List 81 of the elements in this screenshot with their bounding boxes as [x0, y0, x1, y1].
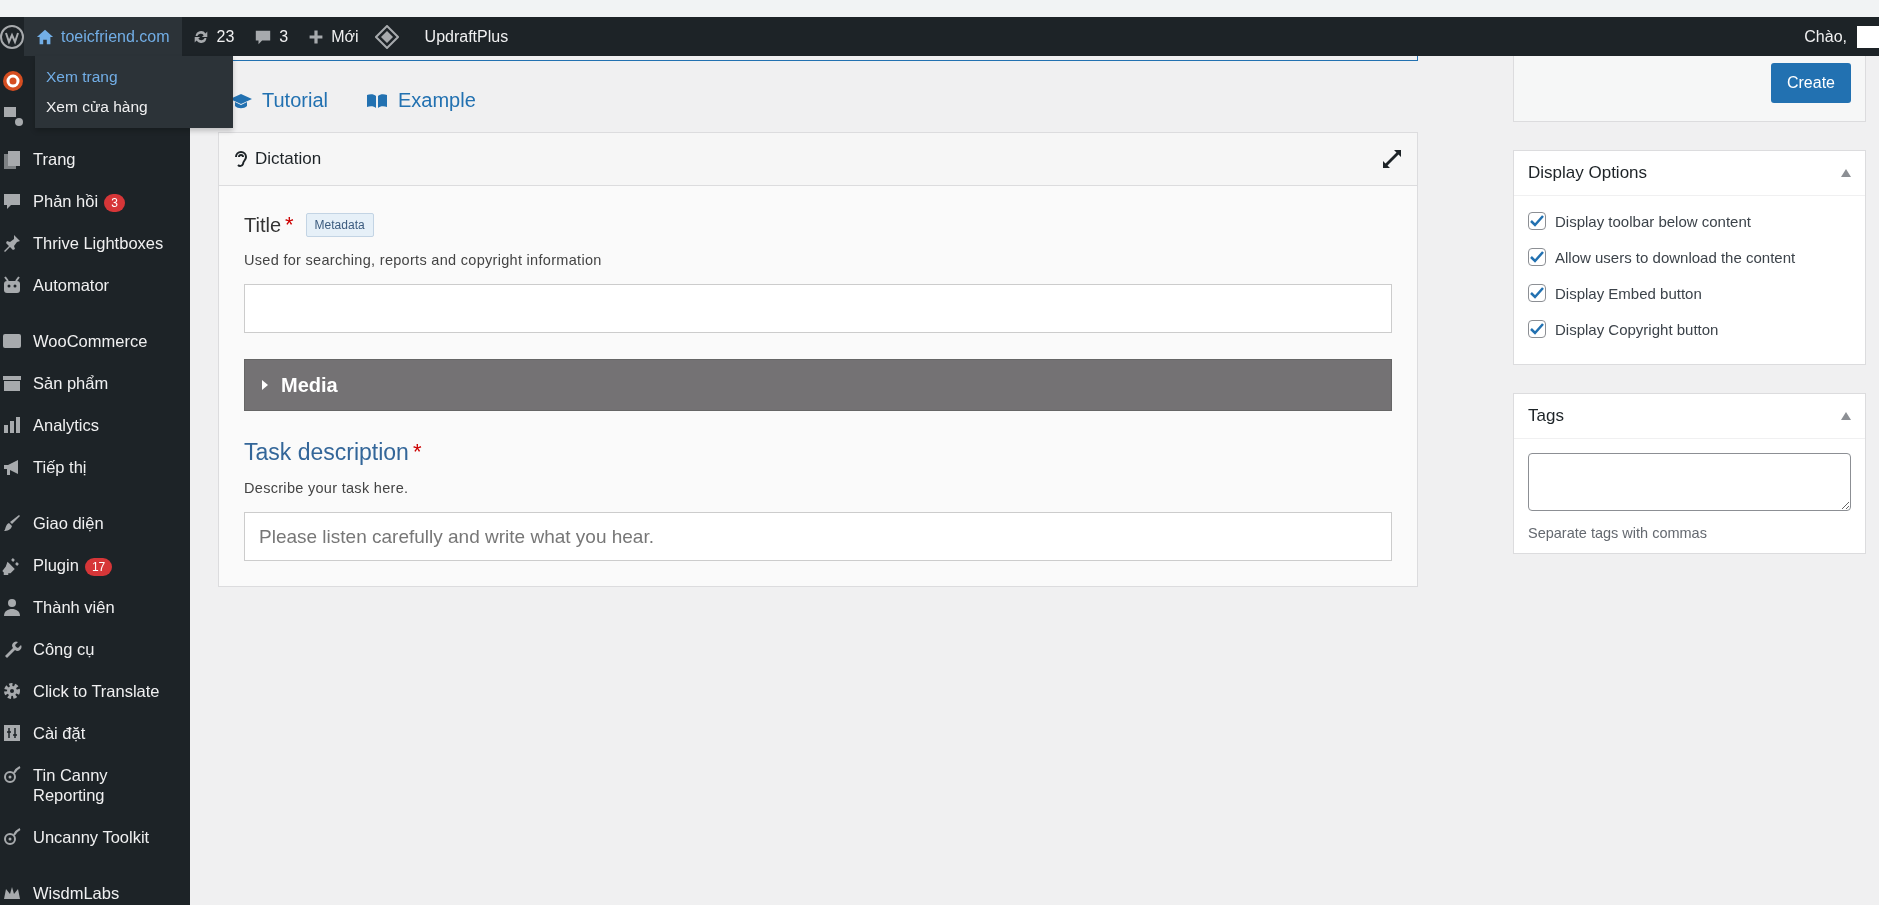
speech-bubble-icon — [2, 191, 22, 211]
caret-icon — [261, 379, 269, 391]
option-label: Display toolbar below content — [1555, 212, 1751, 230]
dropdown-item[interactable]: Xem trang — [35, 62, 233, 92]
sidebar-item[interactable]: Uncanny Toolkit — [0, 816, 190, 858]
checkbox[interactable] — [1528, 248, 1546, 266]
task-description-field[interactable]: Please listen carefully and write what you hear. — [244, 512, 1392, 561]
ear-icon — [233, 150, 249, 168]
graduation-cap-icon — [230, 92, 252, 109]
sidebar-item[interactable]: Thrive Lightboxes — [0, 222, 190, 264]
home-icon — [36, 27, 54, 46]
swirl-icon — [2, 827, 22, 847]
sidebar-item[interactable]: Giao diện — [0, 502, 190, 544]
book-icon — [365, 92, 388, 109]
sidebar-item[interactable]: Analytics — [0, 404, 190, 446]
brush-icon — [2, 513, 22, 533]
option-label: Display Copyright button — [1555, 320, 1719, 338]
sidebar-item[interactable]: WisdmLabs — [0, 872, 190, 905]
person-icon — [2, 597, 22, 617]
comments-count: 3 — [279, 27, 289, 46]
title-input-field[interactable] — [244, 284, 1392, 333]
swirl-icon — [2, 765, 22, 785]
help-link[interactable]: Example — [365, 89, 476, 112]
checkbox[interactable] — [1528, 212, 1546, 230]
sidebar-item[interactable]: Công cụ — [0, 628, 190, 670]
comments-link[interactable]: 3 — [244, 17, 299, 56]
panel-title: Display Options — [1528, 163, 1648, 183]
tags-input-field[interactable] — [1528, 453, 1851, 511]
sidebar-item[interactable]: Automator — [0, 264, 190, 306]
dropdown-item[interactable]: Xem cửa hàng — [35, 92, 233, 122]
archive-box-icon — [2, 373, 22, 393]
sidebar-item[interactable]: Tin Canny Reporting — [0, 754, 190, 816]
new-link[interactable]: Mới — [298, 17, 369, 56]
updraftplus-link[interactable]: UpdraftPlus — [414, 17, 519, 56]
site-name: toeicfriend.com — [61, 27, 170, 46]
checkbox[interactable] — [1528, 284, 1546, 302]
sidebar-item[interactable]: Click to Translate — [0, 670, 190, 712]
rounded-square-icon — [2, 331, 22, 351]
card-title: Dictation — [255, 149, 322, 169]
section-title: Media — [281, 373, 338, 397]
updates-count: 23 — [216, 27, 235, 46]
sidebar-item[interactable]: Tiếp thị — [0, 446, 190, 488]
sidebar-item[interactable]: Cài đặt — [0, 712, 190, 754]
media-section-header[interactable]: Media — [244, 359, 1392, 411]
plus-icon — [308, 28, 325, 45]
pin-icon — [2, 233, 22, 253]
field-description: Used for searching, reports and copyright information — [244, 252, 603, 268]
bar-chart-icon — [2, 415, 22, 435]
sidebar-item[interactable]: WooCommerce — [0, 320, 190, 362]
panel-title: Tags — [1528, 406, 1564, 426]
site-name-link[interactable]: toeicfriend.com — [24, 17, 182, 56]
sidebar-item[interactable]: Trang — [0, 138, 190, 180]
diamond-icon[interactable] — [374, 24, 399, 49]
updates-link[interactable]: 23 — [181, 17, 245, 56]
new-label: Mới — [331, 27, 359, 46]
option-label: Allow users to download the content — [1555, 248, 1796, 266]
required-mark: * — [412, 439, 422, 465]
greeting-link[interactable]: Chào, — [1794, 17, 1857, 56]
metadata-tag[interactable]: Metadata — [305, 213, 374, 237]
sidebar-item[interactable]: Thành viên — [0, 586, 190, 628]
sidebar-item[interactable]: Phản hồi 3 — [0, 180, 190, 222]
tags-hint: Separate tags with commas — [1528, 525, 1708, 541]
pages-icon — [2, 149, 22, 169]
field-label: Task description — [244, 439, 409, 466]
wordpress-logo-icon[interactable] — [0, 24, 24, 49]
count-badge: 3 — [104, 194, 125, 212]
count-badge: 17 — [84, 558, 113, 576]
checkbox[interactable] — [1528, 320, 1546, 338]
create-button[interactable]: Create — [1770, 63, 1851, 103]
collapse-triangle-icon[interactable] — [1841, 169, 1851, 177]
help-link[interactable]: Tutorial — [230, 89, 328, 112]
sidebar-item[interactable]: Sản phẩm — [0, 362, 190, 404]
sidebar-item[interactable]: Plugin 17 — [0, 544, 190, 586]
option-label: Display Embed button — [1555, 284, 1702, 302]
q-logo-icon[interactable] — [2, 70, 26, 94]
media-icon[interactable] — [2, 104, 26, 128]
collapse-triangle-icon[interactable] — [1841, 412, 1851, 420]
field-description: Describe your task here. — [244, 480, 410, 496]
field-label: Title — [244, 213, 282, 237]
expand-icon[interactable] — [1381, 148, 1403, 170]
required-mark: * — [285, 212, 294, 238]
